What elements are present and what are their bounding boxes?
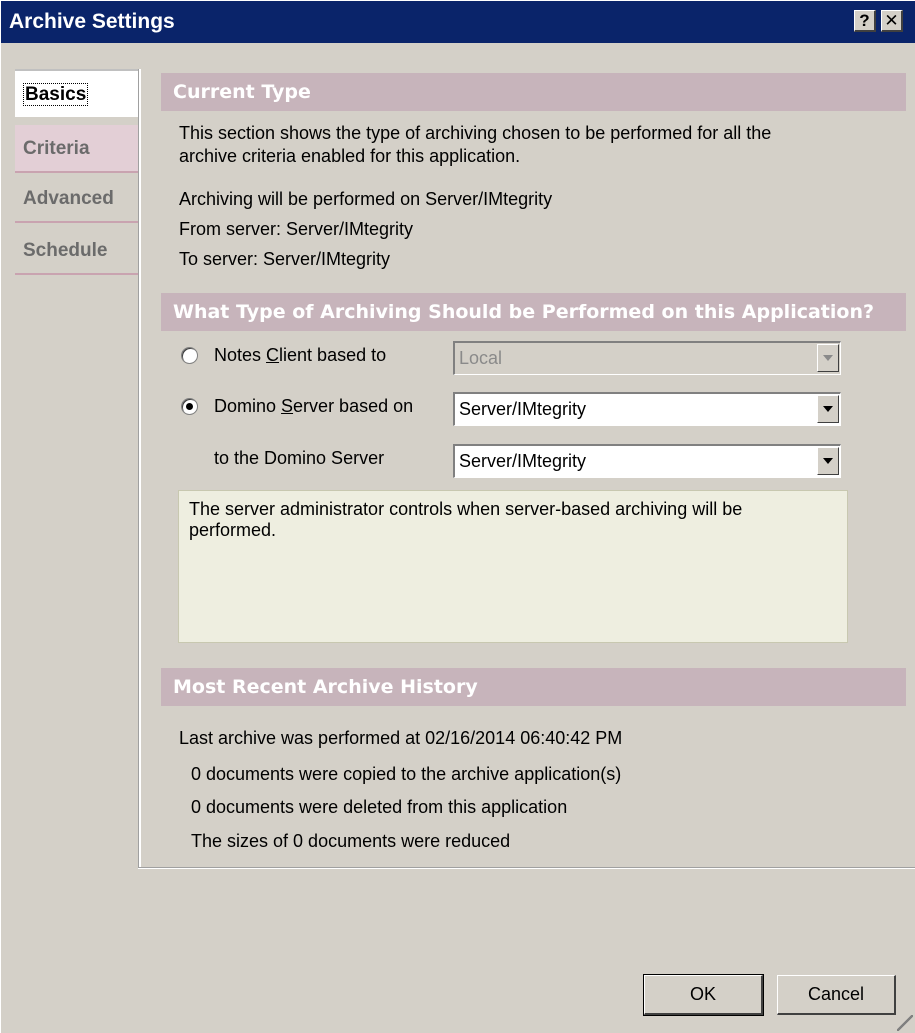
destination-server-select[interactable]: Server/IMtegrity <box>453 444 841 478</box>
chevron-down-icon[interactable] <box>817 447 839 475</box>
archive-history-header: Most Recent Archive History <box>161 668 906 706</box>
close-button[interactable]: ✕ <box>881 10 903 32</box>
tab-schedule[interactable]: Schedule <box>15 227 139 275</box>
server-info-line-1: The server administrator controls when s… <box>189 499 743 519</box>
to-domino-server-label: to the Domino Server <box>214 448 385 468</box>
cancel-button[interactable]: Cancel <box>777 975 896 1015</box>
tab-criteria[interactable]: Criteria <box>15 125 139 173</box>
domino-server-label-accel: S <box>281 396 294 416</box>
chevron-down-icon[interactable] <box>817 395 839 423</box>
notes-client-label-accel: C <box>266 345 280 365</box>
domino-server-label-prefix: Domino <box>214 396 282 416</box>
notes-client-radio[interactable] <box>181 347 198 364</box>
reduced-count-text: The sizes of 0 documents were reduced <box>191 831 511 851</box>
current-type-header: Current Type <box>161 73 906 111</box>
source-server-select[interactable]: Server/IMtegrity <box>453 392 841 426</box>
help-button[interactable]: ? <box>854 10 876 32</box>
tab-schedule-label: Schedule <box>23 240 108 261</box>
last-archive-text: Last archive was performed at 02/16/2014… <box>179 728 623 748</box>
tab-panel-divider <box>138 69 141 869</box>
tab-advanced-label: Advanced <box>23 188 114 209</box>
server-info-box: The server administrator controls when s… <box>178 490 848 643</box>
notes-client-label-suffix: lient based to <box>279 345 387 365</box>
resize-grip-icon[interactable] <box>897 1015 913 1031</box>
tab-advanced[interactable]: Advanced <box>15 175 139 223</box>
source-server-value: Server/IMtegrity <box>459 399 587 419</box>
deleted-count-text: 0 documents were deleted from this appli… <box>191 797 568 817</box>
domino-server-label-suffix: erver based on <box>293 396 414 416</box>
radio-selected-dot <box>186 403 193 410</box>
to-server-text: To server: Server/IMtegrity <box>179 249 391 269</box>
tab-basics[interactable]: Basics <box>15 69 139 117</box>
tab-basics-label: Basics <box>23 83 89 106</box>
current-type-description-1: This section shows the type of archiving… <box>179 123 772 143</box>
chevron-down-icon <box>817 344 839 372</box>
archive-settings-dialog: Archive Settings ? ✕ Basics Criteria Adv… <box>0 0 915 1033</box>
tab-criteria-label: Criteria <box>23 138 90 159</box>
client-location-select: Local <box>453 341 841 375</box>
current-type-description-2: archive criteria enabled for this applic… <box>179 146 521 166</box>
destination-server-value: Server/IMtegrity <box>459 451 587 471</box>
panel-bottom-divider <box>138 867 915 869</box>
notes-client-label[interactable]: Notes Client based to <box>214 345 386 366</box>
domino-server-radio[interactable] <box>181 398 198 415</box>
performed-on-text: Archiving will be performed on Server/IM… <box>179 189 553 209</box>
copied-count-text: 0 documents were copied to the archive a… <box>191 764 622 784</box>
server-info-line-2: performed. <box>189 520 277 540</box>
ok-button[interactable]: OK <box>643 974 764 1016</box>
notes-client-label-prefix: Notes <box>214 345 267 365</box>
archiving-type-header: What Type of Archiving Should be Perform… <box>161 293 906 331</box>
window-title: Archive Settings <box>9 10 175 33</box>
from-server-text: From server: Server/IMtegrity <box>179 219 414 239</box>
client-location-value: Local <box>459 348 503 368</box>
domino-server-label[interactable]: Domino Server based on <box>214 396 413 417</box>
title-bar[interactable]: Archive Settings ? ✕ <box>1 1 915 43</box>
